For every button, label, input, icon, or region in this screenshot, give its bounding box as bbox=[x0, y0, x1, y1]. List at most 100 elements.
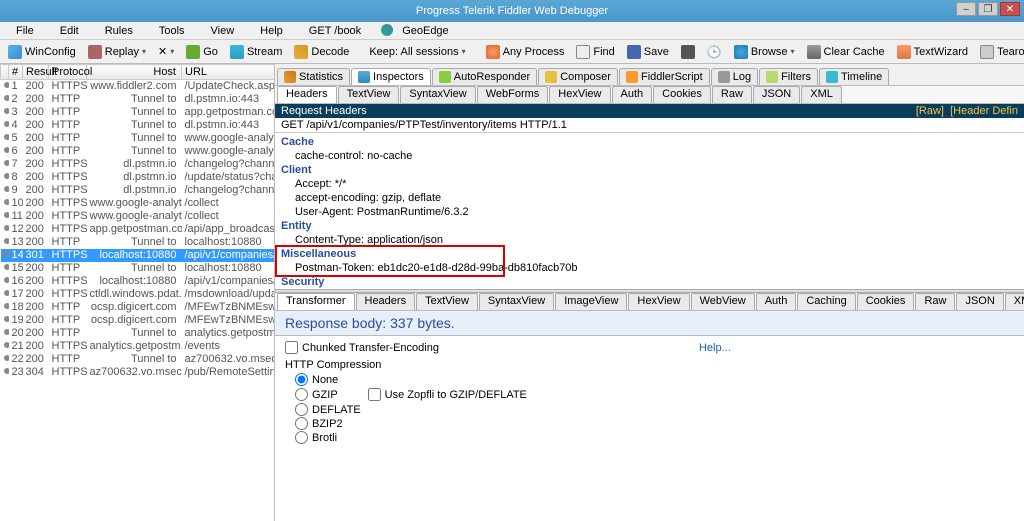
decode-button[interactable]: Decode bbox=[290, 44, 353, 60]
find-button[interactable]: Find bbox=[572, 44, 618, 60]
req-tab-textview[interactable]: TextView bbox=[338, 86, 400, 103]
resp-tab-hexview[interactable]: HexView bbox=[628, 293, 689, 310]
col-protocol[interactable]: Protocol bbox=[49, 65, 87, 80]
col-num[interactable]: # bbox=[9, 65, 23, 80]
none-radio[interactable]: None bbox=[295, 373, 1014, 386]
req-tab-webforms[interactable]: WebForms bbox=[477, 86, 549, 103]
brotli-radio[interactable]: Brotli bbox=[295, 431, 1014, 444]
session-row[interactable]: 12200HTTPSapp.getpostman.com/api/app_bro… bbox=[1, 223, 276, 236]
menu-item-view[interactable]: View bbox=[199, 24, 247, 38]
session-row[interactable]: 22200HTTPTunnel toaz700632.vo.msecnd.net bbox=[1, 353, 276, 366]
minimize-button[interactable]: – bbox=[956, 2, 976, 16]
tab-inspectors[interactable]: Inspectors bbox=[351, 68, 431, 85]
req-tab-raw[interactable]: Raw bbox=[712, 86, 752, 103]
tab-composer[interactable]: Composer bbox=[538, 68, 618, 85]
zopfli-checkbox[interactable]: Use Zopfli to GZIP/DEFLATE bbox=[368, 388, 527, 401]
session-row[interactable]: 15200HTTPTunnel tolocalhost:10880 bbox=[1, 262, 276, 275]
session-row[interactable]: 18200HTTPocsp.digicert.com/MFEwTzBNMEswS… bbox=[1, 301, 276, 314]
resp-tab-xml[interactable]: XML bbox=[1005, 293, 1024, 310]
tab-filters[interactable]: Filters bbox=[759, 68, 818, 85]
resp-tab-headers[interactable]: Headers bbox=[356, 293, 416, 310]
session-row[interactable]: 20200HTTPTunnel toanalytics.getpostman.c… bbox=[1, 327, 276, 340]
clear-cache-button[interactable]: Clear Cache bbox=[803, 44, 889, 60]
menu-item-file[interactable]: File bbox=[4, 24, 46, 38]
session-row[interactable]: 19200HTTPocsp.digicert.com/MFEwTzBNMEswS… bbox=[1, 314, 276, 327]
col-host[interactable]: Host bbox=[87, 65, 182, 80]
remove-button[interactable]: ✕ bbox=[154, 44, 178, 59]
req-tab-xml[interactable]: XML bbox=[801, 86, 842, 103]
resp-tab-textview[interactable]: TextView bbox=[416, 293, 478, 310]
session-row[interactable]: 14301HTTPSlocalhost:10880/api/v1/compani… bbox=[1, 249, 276, 262]
close-button[interactable]: ✕ bbox=[1000, 2, 1020, 16]
chunked-checkbox[interactable]: Chunked Transfer-Encoding bbox=[285, 341, 439, 354]
any-process-button[interactable]: Any Process bbox=[482, 44, 569, 60]
save-icon bbox=[627, 45, 641, 59]
timeline-icon bbox=[826, 71, 838, 83]
winconfig-button[interactable]: WinConfig bbox=[4, 44, 80, 60]
session-row[interactable]: 21200HTTPSanalytics.getpostm.../events bbox=[1, 340, 276, 353]
textwizard-button[interactable]: TextWizard bbox=[893, 44, 972, 60]
gzip-radio[interactable]: GZIP bbox=[295, 388, 338, 401]
menu-item-geoedge[interactable]: GeoEdge bbox=[375, 23, 460, 38]
col-result[interactable]: Result bbox=[23, 65, 49, 80]
maximize-button[interactable]: ❐ bbox=[978, 2, 998, 16]
resp-tab-webview[interactable]: WebView bbox=[691, 293, 755, 310]
resp-tab-caching[interactable]: Caching bbox=[797, 293, 855, 310]
session-row[interactable]: 7200HTTPSdl.pstmn.io/changelog?channel=s… bbox=[1, 158, 276, 171]
session-row[interactable]: 5200HTTPTunnel towww.google-analytics.co bbox=[1, 132, 276, 145]
session-row[interactable]: 6200HTTPTunnel towww.google-analytics.co bbox=[1, 145, 276, 158]
req-tab-cookies[interactable]: Cookies bbox=[653, 86, 711, 103]
deflate-radio[interactable]: DEFLATE bbox=[295, 403, 1014, 416]
bzip2-radio[interactable]: BZIP2 bbox=[295, 417, 1014, 430]
col-url[interactable]: URL bbox=[182, 65, 276, 80]
resp-tab-raw[interactable]: Raw bbox=[915, 293, 955, 310]
tab-autoresponder[interactable]: AutoResponder bbox=[432, 68, 537, 85]
tab-log[interactable]: Log bbox=[711, 68, 758, 85]
session-row[interactable]: 11200HTTPSwww.google-analyti.../collect bbox=[1, 210, 276, 223]
req-tab-json[interactable]: JSON bbox=[753, 86, 800, 103]
resp-tab-cookies[interactable]: Cookies bbox=[857, 293, 915, 310]
timer-button[interactable]: 🕒 bbox=[703, 44, 726, 60]
menu-item-edit[interactable]: Edit bbox=[48, 24, 91, 38]
session-row[interactable]: 8200HTTPSdl.pstmn.io/update/status?chann… bbox=[1, 171, 276, 184]
browse-button[interactable]: Browse bbox=[730, 44, 799, 60]
stream-button[interactable]: Stream bbox=[226, 44, 286, 60]
session-row[interactable]: 9200HTTPSdl.pstmn.io/changelog?channel=s… bbox=[1, 184, 276, 197]
menu-item-tools[interactable]: Tools bbox=[147, 24, 197, 38]
req-tab-hexview[interactable]: HexView bbox=[549, 86, 610, 103]
session-row[interactable]: 4200HTTPTunnel todl.pstmn.io:443 bbox=[1, 119, 276, 132]
session-row[interactable]: 13200HTTPTunnel tolocalhost:10880 bbox=[1, 236, 276, 249]
menu-item-getbook[interactable]: GET /book bbox=[297, 24, 373, 38]
session-row[interactable]: 23304HTTPSaz700632.vo.msec.../pub/Remote… bbox=[1, 366, 276, 379]
help-link[interactable]: Help... bbox=[699, 342, 731, 354]
resp-tab-auth[interactable]: Auth bbox=[756, 293, 797, 310]
session-row[interactable]: 17200HTTPSctldl.windows.pdat.../msdownlo… bbox=[1, 288, 276, 301]
title-bar: Progress Telerik Fiddler Web Debugger – … bbox=[0, 0, 1024, 22]
response-subtabs: TransformerHeadersTextViewSyntaxViewImag… bbox=[275, 293, 1024, 311]
session-row[interactable]: 16200HTTPSlocalhost:10880/api/v1/compani… bbox=[1, 275, 276, 288]
transformer-panel: Chunked Transfer-Encoding Help... HTTP C… bbox=[275, 336, 1024, 450]
tab-fiddlerscript[interactable]: FiddlerScript bbox=[619, 68, 710, 85]
tearoff-button[interactable]: Tearoff bbox=[976, 44, 1024, 60]
go-button[interactable]: Go bbox=[182, 44, 222, 60]
keep-sessions-dropdown[interactable]: Keep: All sessions bbox=[365, 45, 469, 59]
resp-tab-json[interactable]: JSON bbox=[956, 293, 1003, 310]
stream-icon bbox=[230, 45, 244, 59]
menu-item-rules[interactable]: Rules bbox=[93, 24, 145, 38]
session-row[interactable]: 10200HTTPSwww.google-analyti.../collect bbox=[1, 197, 276, 210]
req-tab-auth[interactable]: Auth bbox=[612, 86, 653, 103]
req-tab-headers[interactable]: Headers bbox=[277, 86, 337, 103]
resp-tab-syntaxview[interactable]: SyntaxView bbox=[479, 293, 554, 310]
screenshot-button[interactable] bbox=[677, 44, 699, 60]
session-row[interactable]: 1200HTTPSwww.fiddler2.com/UpdateCheck.as… bbox=[1, 80, 276, 94]
tab-statistics[interactable]: Statistics bbox=[277, 68, 350, 85]
tab-timeline[interactable]: Timeline bbox=[819, 68, 889, 85]
resp-tab-transformer[interactable]: Transformer bbox=[277, 293, 355, 310]
resp-tab-imageview[interactable]: ImageView bbox=[555, 293, 627, 310]
session-row[interactable]: 2200HTTPTunnel todl.pstmn.io:443 bbox=[1, 93, 276, 106]
req-tab-syntaxview[interactable]: SyntaxView bbox=[400, 86, 475, 103]
menu-item-help[interactable]: Help bbox=[248, 24, 295, 38]
session-row[interactable]: 3200HTTPTunnel toapp.getpostman.com:443 bbox=[1, 106, 276, 119]
replay-button[interactable]: Replay bbox=[84, 44, 150, 60]
save-button[interactable]: Save bbox=[623, 44, 673, 60]
